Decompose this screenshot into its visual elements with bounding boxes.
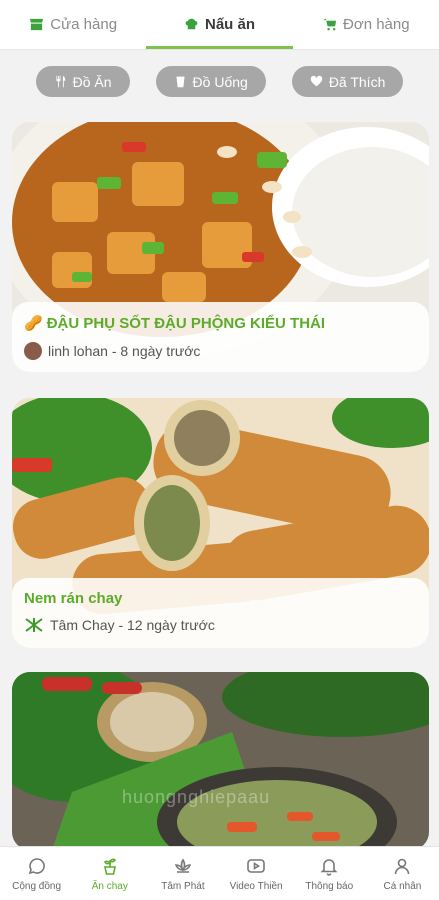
nav-meditation-video[interactable]: Video Thiền (220, 847, 293, 900)
bottom-nav: Cộng đồng Ăn chay Tâm Phát Video Thiền T… (0, 846, 439, 900)
nav-mindful[interactable]: Tâm Phát (146, 847, 219, 900)
nav-notifications-label: Thông báo (305, 881, 354, 892)
lotus-icon (174, 858, 192, 873)
recipe-card[interactable]: Nem rán chay Tâm Chay - 12 ngày trước (12, 398, 429, 648)
tab-orders-label: Đơn hàng (343, 16, 410, 33)
recipe-title: Nem rán chay (24, 590, 417, 607)
recipe-photo-salad (12, 672, 429, 850)
recipe-author-time: Tâm Chay - 12 ngày trước (50, 617, 215, 633)
watermark-text: huongnghiepaau (122, 787, 271, 807)
plant-pot-icon (103, 858, 116, 875)
tab-shop-label: Cửa hàng (50, 16, 118, 33)
tab-cooking[interactable]: Nấu ăn (146, 0, 293, 49)
shop-icon (30, 18, 44, 31)
chef-hat-icon (185, 18, 198, 30)
filter-liked-label: Đã Thích (328, 73, 386, 90)
recipe-caption: Nem rán chay Tâm Chay - 12 ngày trước (12, 578, 429, 648)
cart-icon (322, 18, 337, 31)
author-avatar (24, 342, 42, 360)
recipe-card[interactable]: 🥜 ĐẬU PHỤ SỐT ĐẬU PHỘNG KIỂU THÁI linh l… (12, 122, 429, 372)
leaf-avatar-icon (25, 618, 43, 632)
filter-food-label: Đồ Ăn (72, 73, 112, 90)
fork-knife-icon (56, 75, 65, 88)
tab-cooking-label: Nấu ăn (204, 16, 255, 33)
nav-notifications[interactable]: Thông báo (293, 847, 366, 900)
filter-food[interactable]: Đồ Ăn (35, 66, 130, 97)
nav-mindful-label: Tâm Phát (161, 881, 205, 892)
bell-icon (320, 859, 338, 876)
nav-meditation-video-label: Video Thiền (229, 881, 283, 892)
recipe-title-text: Nem rán chay (24, 590, 123, 607)
recipe-caption: 🥜 ĐẬU PHỤ SỐT ĐẬU PHỘNG KIỂU THÁI linh l… (12, 302, 429, 372)
nav-community[interactable]: Cộng đồng (0, 847, 73, 900)
recipe-card[interactable]: huongnghiepaau (12, 672, 429, 850)
nav-community-label: Cộng đồng (12, 881, 62, 892)
nav-profile[interactable]: Cá nhân (366, 847, 439, 900)
recipe-meta: linh lohan - 8 ngày trước (24, 342, 417, 360)
filter-drinks[interactable]: Đồ Uống (155, 66, 266, 97)
nav-vegetarian-label: Ăn chay (91, 881, 128, 892)
nav-vegetarian[interactable]: Ăn chay (73, 847, 146, 900)
chat-bubble-icon (28, 858, 45, 875)
filter-chips: Đồ Ăn Đồ Uống Đã Thích (0, 66, 439, 97)
recipe-title: 🥜 ĐẬU PHỤ SỐT ĐẬU PHỘNG KIỂU THÁI (24, 314, 417, 333)
recipe-author-time: linh lohan - 8 ngày trước (48, 343, 201, 359)
tab-shop[interactable]: Cửa hàng (0, 0, 146, 49)
recipe-meta: Tâm Chay - 12 ngày trước (24, 617, 417, 633)
filter-drinks-label: Đồ Uống (192, 73, 248, 90)
person-icon (395, 858, 410, 875)
recipe-title-text: ĐẬU PHỤ SỐT ĐẬU PHỘNG KIỂU THÁI (46, 314, 326, 332)
tab-orders[interactable]: Đơn hàng (293, 0, 439, 49)
nav-profile-label: Cá nhân (383, 881, 422, 892)
cup-icon (175, 76, 185, 88)
heart-icon (310, 75, 323, 87)
play-video-icon (247, 859, 265, 873)
filter-liked[interactable]: Đã Thích (291, 66, 404, 97)
peanut-emoji: 🥜 (24, 315, 43, 332)
top-tab-bar: Cửa hàng Nấu ăn Đơn hàng (0, 0, 439, 50)
